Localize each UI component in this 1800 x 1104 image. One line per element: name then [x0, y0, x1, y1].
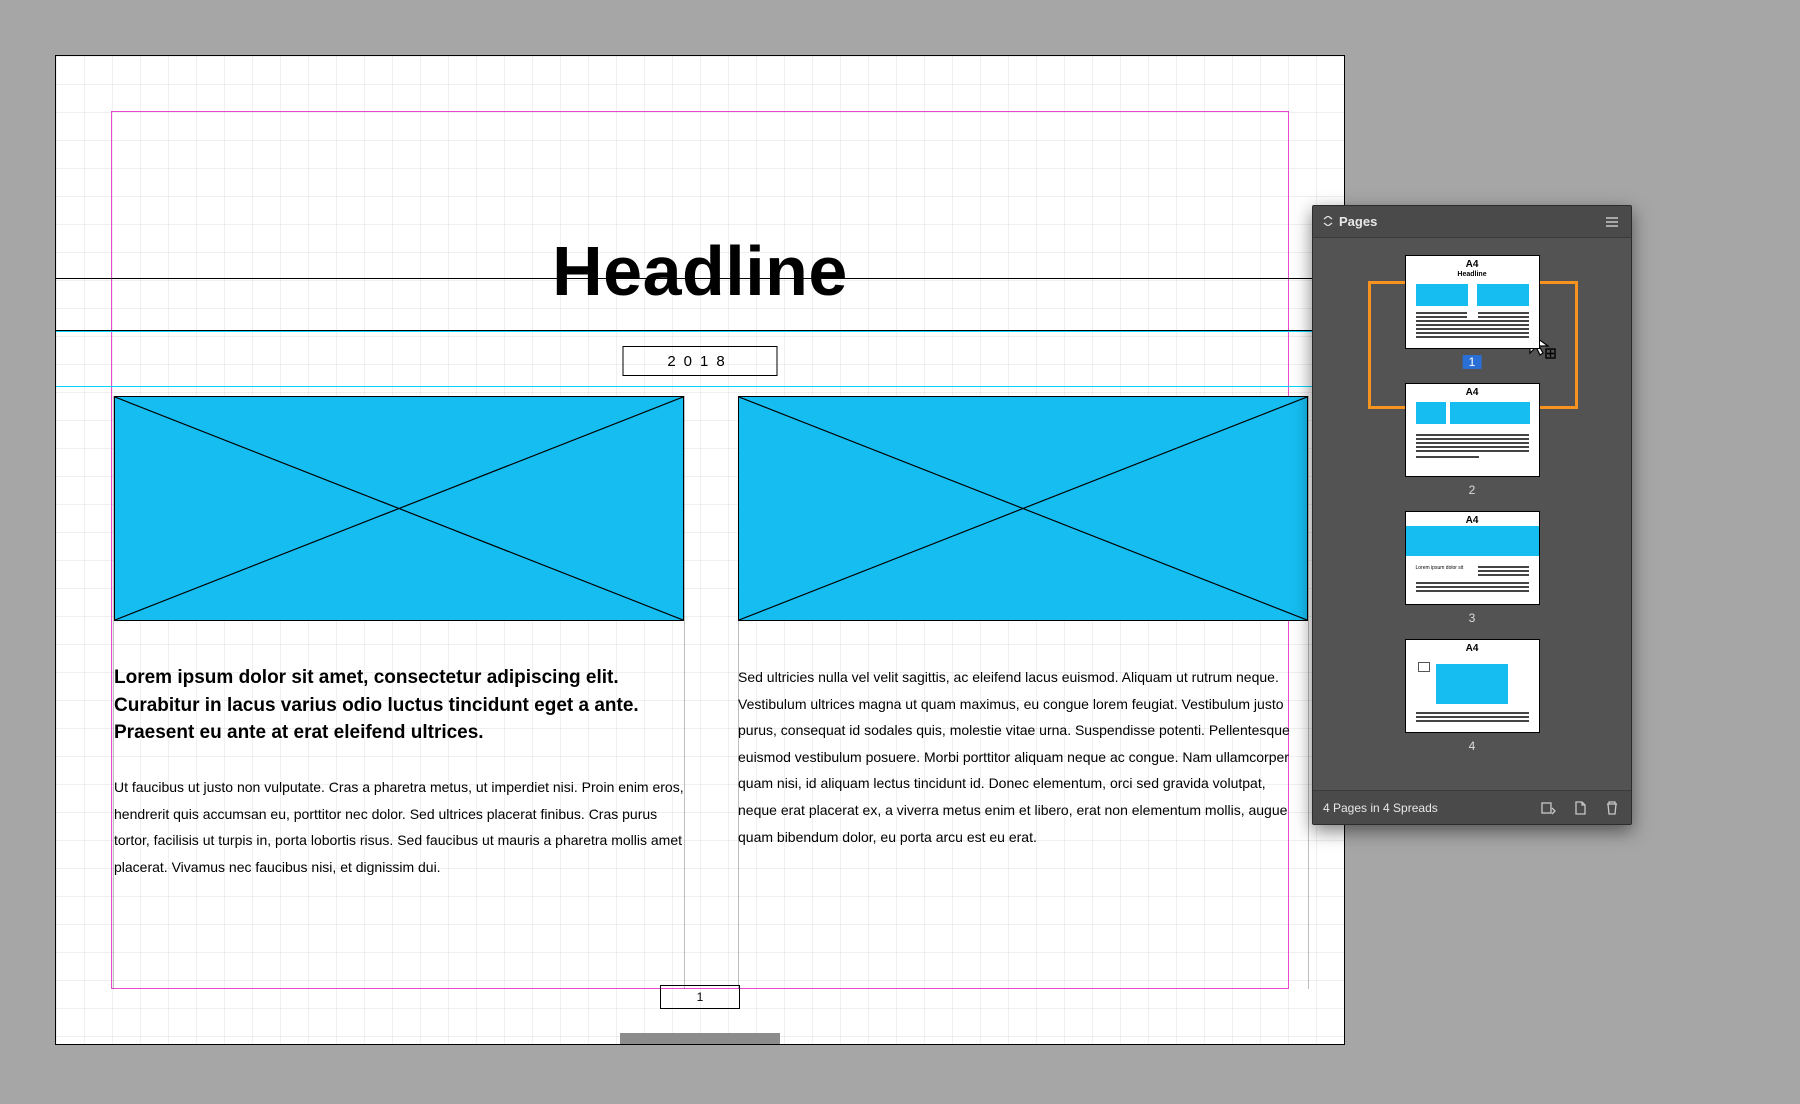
pages-panel[interactable]: Pages A4 Headline — [1312, 205, 1632, 825]
horizontal-guide[interactable] — [56, 386, 1344, 387]
page-number-label: 2 — [1405, 483, 1540, 497]
year-text: 2018 — [667, 353, 732, 370]
headline-text[interactable]: Headline — [56, 231, 1344, 311]
page-number-label: 3 — [1405, 611, 1540, 625]
collapse-icon[interactable] — [1323, 214, 1333, 229]
panel-title: Pages — [1339, 214, 1377, 229]
page-number-badge: 1 — [1463, 355, 1482, 369]
page-thumb[interactable]: A4 4 — [1405, 639, 1540, 753]
document-canvas[interactable]: Headline 2018 Lorem ipsum dolor sit amet… — [55, 55, 1345, 1045]
master-label: A4 — [1406, 259, 1539, 270]
body-column-left[interactable]: Ut faucibus ut justo non vulputate. Cras… — [114, 774, 684, 880]
intro-paragraph[interactable]: Lorem ipsum dolor sit amet, consectetur … — [114, 664, 684, 747]
thumb-headline: Headline — [1406, 271, 1539, 278]
horizontal-guide[interactable] — [56, 331, 1344, 332]
image-placeholder-right[interactable] — [738, 396, 1308, 621]
new-page-icon[interactable] — [1571, 799, 1589, 817]
pages-status: 4 Pages in 4 Spreads — [1323, 801, 1438, 815]
page-number: 1 — [697, 990, 704, 1004]
master-label: A4 — [1406, 643, 1539, 654]
bottom-handle[interactable] — [620, 1033, 780, 1045]
panel-menu-icon[interactable] — [1603, 213, 1621, 231]
image-placeholder-left[interactable] — [114, 396, 684, 621]
page-thumb[interactable]: A4 2 — [1405, 383, 1540, 497]
thumb-caption: Lorem ipsum dolor sit — [1416, 566, 1466, 572]
panel-header[interactable]: Pages — [1313, 206, 1631, 238]
column-guide — [684, 396, 685, 989]
master-label: A4 — [1406, 515, 1539, 526]
trash-icon[interactable] — [1603, 799, 1621, 817]
year-box[interactable]: 2018 — [623, 346, 778, 376]
column-guide — [1308, 396, 1309, 989]
panel-footer: 4 Pages in 4 Spreads — [1313, 790, 1631, 824]
page-thumb[interactable]: A4 Lorem ipsum dolor sit 3 — [1405, 511, 1540, 625]
page-thumbnails: A4 Headline 1 A4 — [1313, 241, 1631, 790]
body-column-right[interactable]: Sed ultricies nulla vel velit sagittis, … — [738, 664, 1308, 850]
page-number-box[interactable]: 1 — [660, 985, 740, 1009]
edit-page-size-icon[interactable] — [1539, 799, 1557, 817]
page-thumb[interactable]: A4 Headline 1 — [1405, 255, 1540, 369]
master-label: A4 — [1406, 387, 1539, 398]
page-number-label: 4 — [1405, 739, 1540, 753]
